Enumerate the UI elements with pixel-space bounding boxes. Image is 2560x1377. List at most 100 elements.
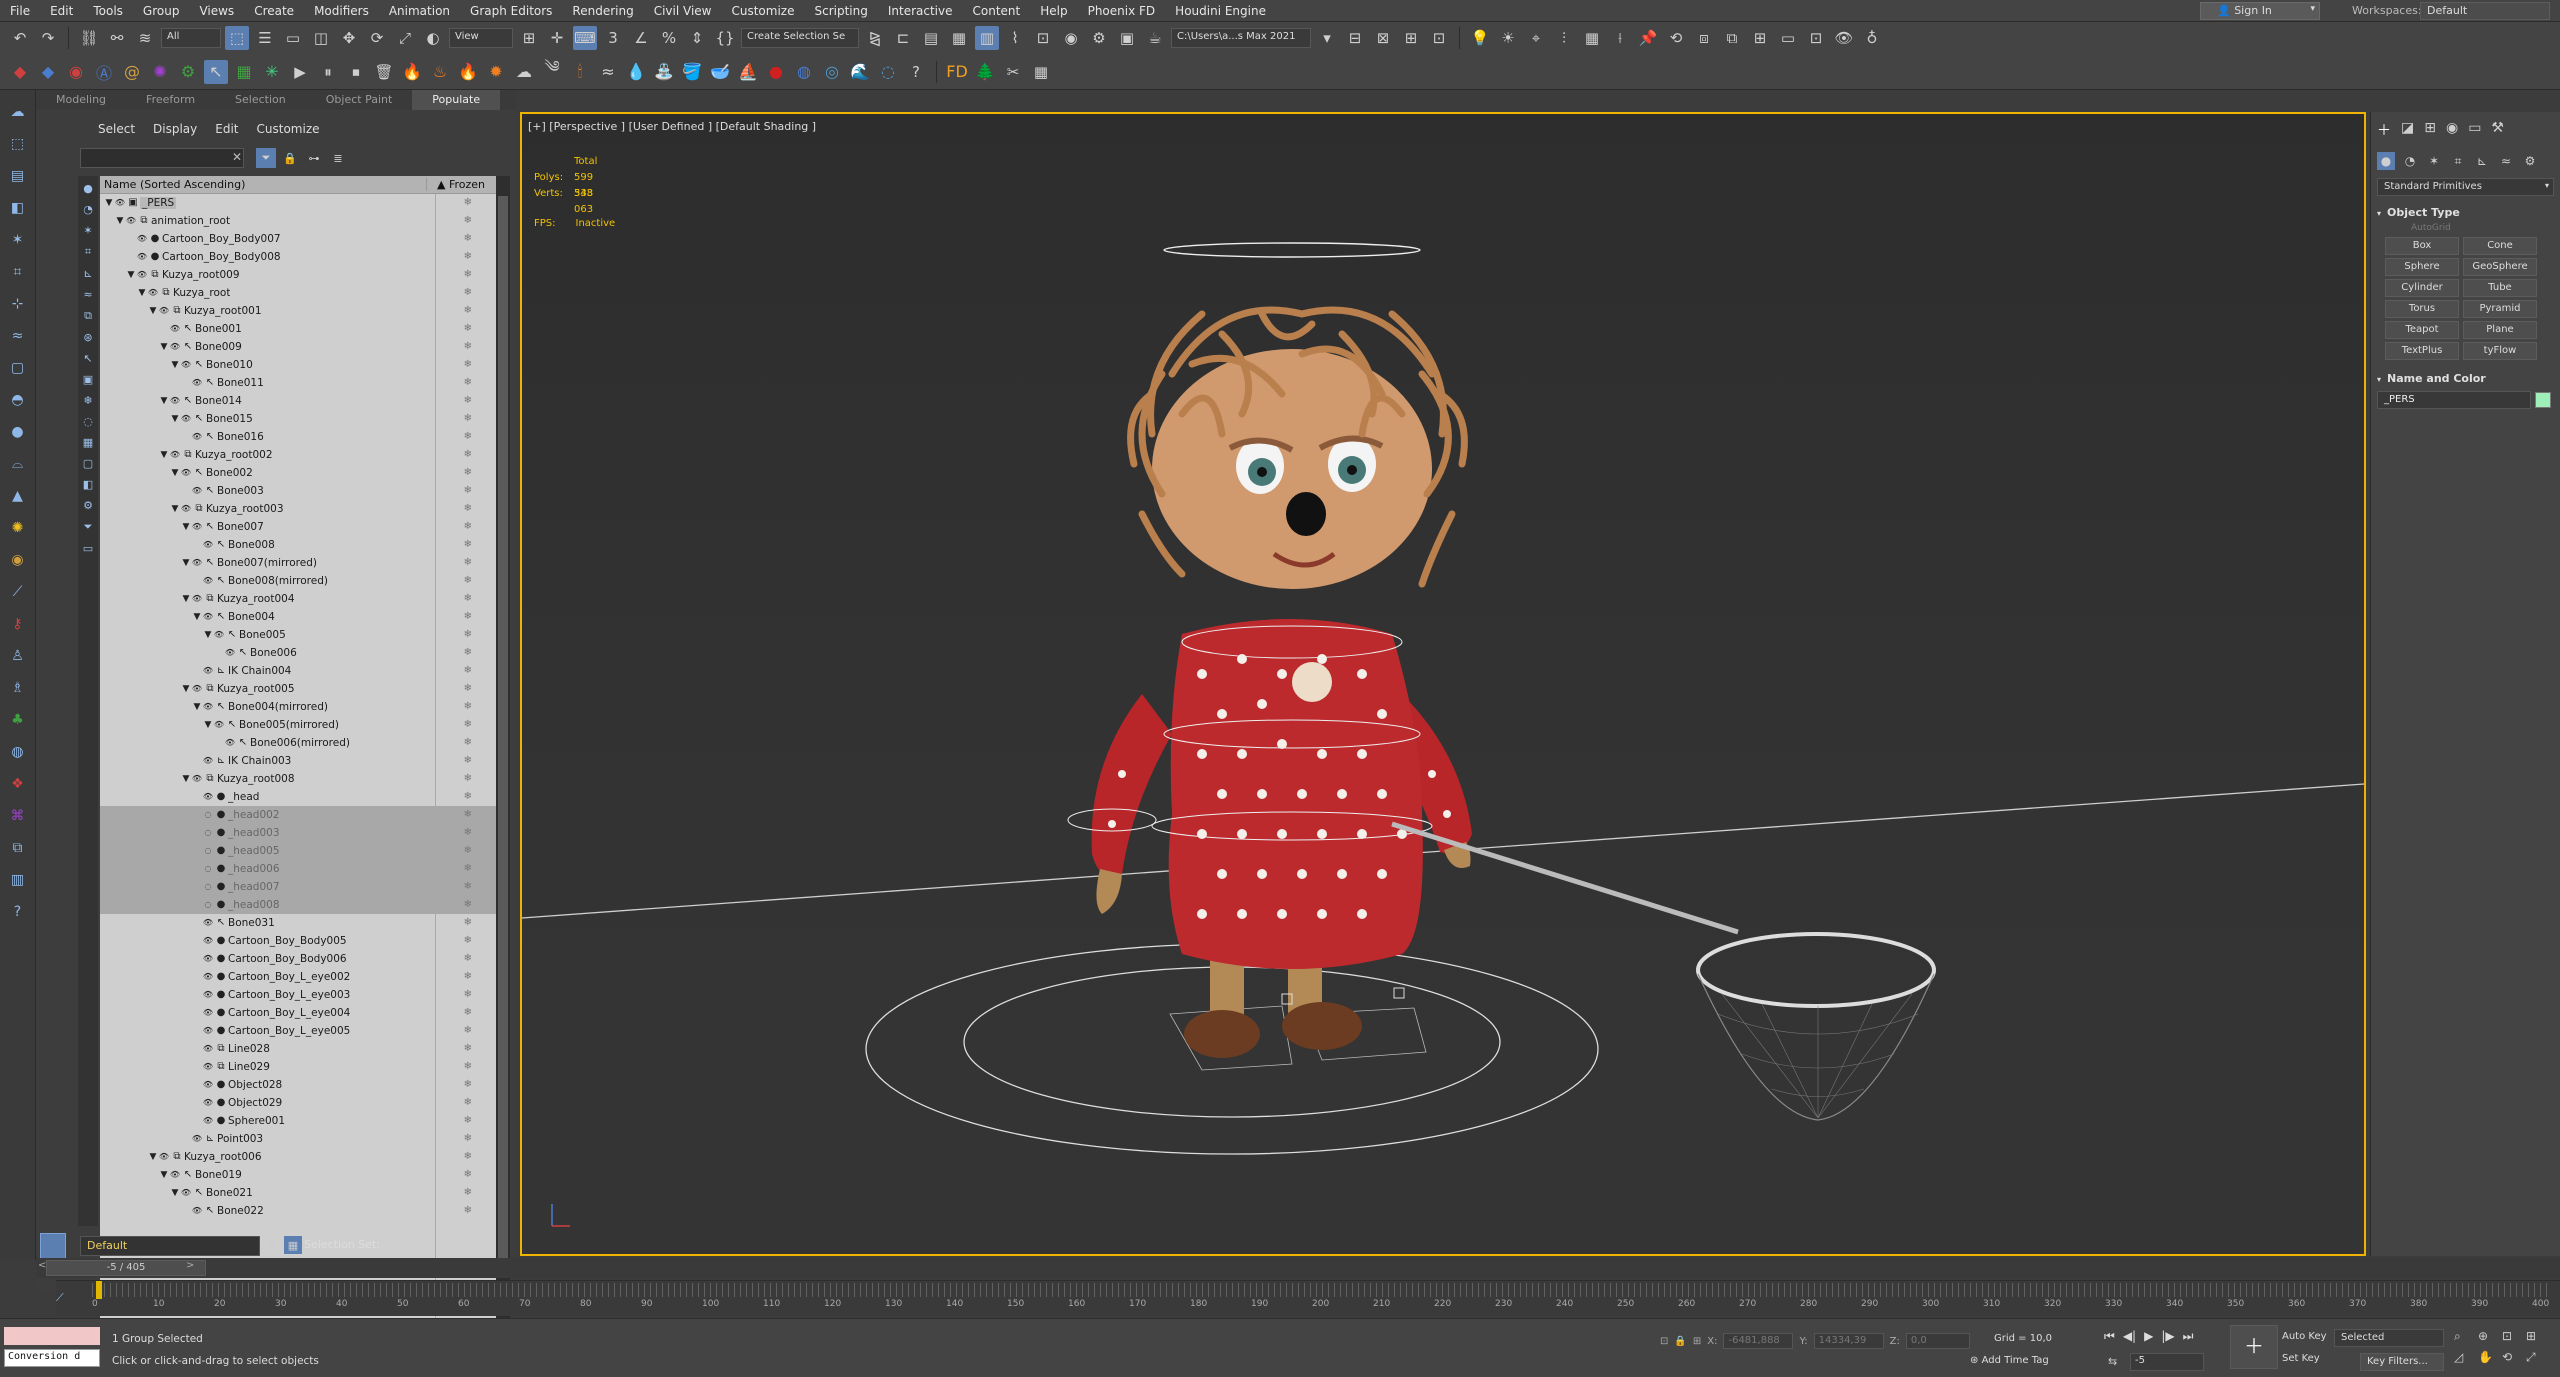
visibility-eye-icon[interactable]: 👁 [136,234,148,243]
liquid-icon[interactable]: 💧 [624,60,648,84]
primitive-tyflow-button[interactable]: tyFlow [2463,342,2537,360]
systems-icon[interactable]: ⚙ [2521,152,2539,170]
tree-row[interactable]: 👁 ↖ Bone016 ❄ [100,428,496,446]
tree-row[interactable]: ▼ 👁 ⧉ Kuzya_root008 ❄ [100,770,496,788]
visibility-eye-icon[interactable]: 👁 [202,1044,214,1053]
sphere-red-icon[interactable]: ◉ [64,60,88,84]
visibility-eye-icon[interactable]: 👁 [114,198,126,207]
visibility-eye-icon[interactable]: ◌ [202,828,214,837]
material-editor-icon[interactable]: ◉ [1059,26,1083,50]
primitive-sphere-button[interactable]: Sphere [2385,258,2459,276]
freeze-icon[interactable]: ❄ [464,197,472,208]
tree-row[interactable]: 👁 ● Cartoon_Boy_L_eye005 ❄ [100,1022,496,1040]
layer-explorer-icon[interactable] [40,1233,66,1259]
help-icon[interactable]: ? [904,60,928,84]
expand-toggle-icon[interactable]: ▼ [148,1152,158,1162]
menu-modifiers[interactable]: Modifiers [304,4,379,18]
select-by-name-icon[interactable]: ☰ [253,26,277,50]
undo-icon[interactable]: ↶ [8,26,32,50]
expand-toggle-icon[interactable]: ▼ [181,558,191,568]
toolbar-icon-4[interactable]: ⊡ [1427,26,1451,50]
freeze-icon[interactable]: ❄ [464,791,472,802]
expand-toggle-icon[interactable]: ▼ [159,450,169,460]
expand-toggle-icon[interactable]: ▼ [104,198,114,208]
camera-icon[interactable]: ⌗ [6,260,30,284]
visibility-eye-icon[interactable]: 👁 [191,486,203,495]
tree-row[interactable]: 👁 ● Object029 ❄ [100,1094,496,1112]
tree-row[interactable]: 👁 ● Cartoon_Boy_Body008 ❄ [100,248,496,266]
x-coordinate-field[interactable]: -6481,888 [1723,1333,1794,1349]
menu-phoenix-fd[interactable]: Phoenix FD [1078,4,1166,18]
key-icon[interactable]: ⚷ [6,612,30,636]
tree-row[interactable]: 👁 ● Cartoon_Boy_L_eye003 ❄ [100,986,496,1004]
freeze-icon[interactable]: ❄ [464,917,472,928]
motion-tab-icon[interactable]: ◉ [2446,120,2458,140]
freeze-icon[interactable]: ❄ [464,521,472,532]
ribbon-tab-modeling[interactable]: Modeling [36,90,126,110]
freeze-icon[interactable]: ❄ [464,1043,472,1054]
tree-icon[interactable]: 🌲 [973,60,997,84]
sphere-icon[interactable]: ◉ [6,548,30,572]
smoke-icon[interactable]: ☁ [512,60,536,84]
freeze-icon[interactable]: ❄ [464,1169,472,1180]
filter-geometry-icon[interactable]: ● [83,182,93,195]
pan-icon[interactable]: ✋ [2478,1350,2500,1365]
primitive-textplus-button[interactable]: TextPlus [2385,342,2459,360]
help-circle-icon[interactable]: ? [6,900,30,924]
freeze-icon[interactable]: ❄ [464,629,472,640]
freeze-icon[interactable]: ❄ [464,485,472,496]
visibility-eye-icon[interactable]: 👁 [169,396,181,405]
measure-icon[interactable]: ⟊ [1608,26,1632,50]
gear-green-icon[interactable]: ⚙ [176,60,200,84]
time-slider[interactable]: -5 / 405 [46,1260,206,1276]
align-icon[interactable]: ⊏ [891,26,915,50]
freeze-icon[interactable]: ❄ [464,863,472,874]
mirror-icon[interactable]: ⧎ [863,26,887,50]
key-filters-button[interactable]: Key Filters... [2360,1353,2444,1371]
visibility-eye-icon[interactable]: 👁 [191,1134,203,1143]
isolate-icon[interactable]: ⊡ [1660,1336,1668,1347]
filter-invert-icon[interactable]: ◧ [83,478,93,491]
maxscript-listener-input[interactable]: Conversion d [4,1349,100,1367]
lights-icon[interactable]: ✶ [2425,152,2443,170]
slider-next-icon[interactable]: > [186,1260,194,1271]
menu-create[interactable]: Create [244,4,304,18]
filter-bones-icon[interactable]: ↖ [83,352,92,365]
run-icon[interactable]: ⧉ [6,836,30,860]
freeze-icon[interactable]: ❄ [464,1061,472,1072]
primitive-plane-button[interactable]: Plane [2463,321,2537,339]
visibility-eye-icon[interactable]: 👁 [136,252,148,261]
column-name-header[interactable]: Name (Sorted Ascending) [100,178,426,191]
visibility-eye-icon[interactable]: 👁 [213,720,225,729]
filter-hidden-icon[interactable]: ◌ [83,415,93,428]
explorer-search-input[interactable] [80,148,244,168]
tree-row[interactable]: 👁 ↖ Bone011 ❄ [100,374,496,392]
expand-toggle-icon[interactable]: ▼ [192,702,202,712]
current-frame-field[interactable]: -5 [2130,1353,2204,1371]
freeze-icon[interactable]: ❄ [464,1079,472,1090]
tree-row[interactable]: ▼ 👁 ↖ Bone005 ❄ [100,626,496,644]
tree-row[interactable]: ▼ 👁 ↖ Bone019 ❄ [100,1166,496,1184]
freeze-icon[interactable]: ❄ [464,305,472,316]
selection-filter-select[interactable]: All [161,28,221,48]
fountain-icon[interactable]: ⛲ [652,60,676,84]
modify-tab-icon[interactable]: ◪ [2401,120,2414,140]
visibility-eye-icon[interactable]: 👁 [202,792,214,801]
filter-none-icon[interactable]: ▢ [83,457,93,470]
expand-toggle-icon[interactable]: ▼ [181,594,191,604]
bucket-icon[interactable]: 🪣 [680,60,704,84]
filter-config-icon[interactable]: ⚙ [83,499,93,512]
curve-editor-icon[interactable]: ⌇ [1003,26,1027,50]
expand-toggle-icon[interactable]: ▼ [181,522,191,532]
fire-icon[interactable]: 🔥 [400,60,424,84]
y-coordinate-field[interactable]: 14334,39 [1813,1333,1884,1349]
table-icon[interactable]: ▦ [1580,26,1604,50]
visibility-eye-icon[interactable]: 👁 [158,1152,170,1161]
window-crossing-icon[interactable]: ◫ [309,26,333,50]
expand-toggle-icon[interactable]: ▼ [181,684,191,694]
blue-sphere-icon[interactable]: ◍ [792,60,816,84]
tree-row[interactable]: ▼ 👁 ↖ Bone004 ❄ [100,608,496,626]
percent-snap-icon[interactable]: % [657,26,681,50]
eye-icon[interactable]: 👁 [1832,26,1856,50]
tree-row[interactable]: 👁 ↖ Bone031 ❄ [100,914,496,932]
